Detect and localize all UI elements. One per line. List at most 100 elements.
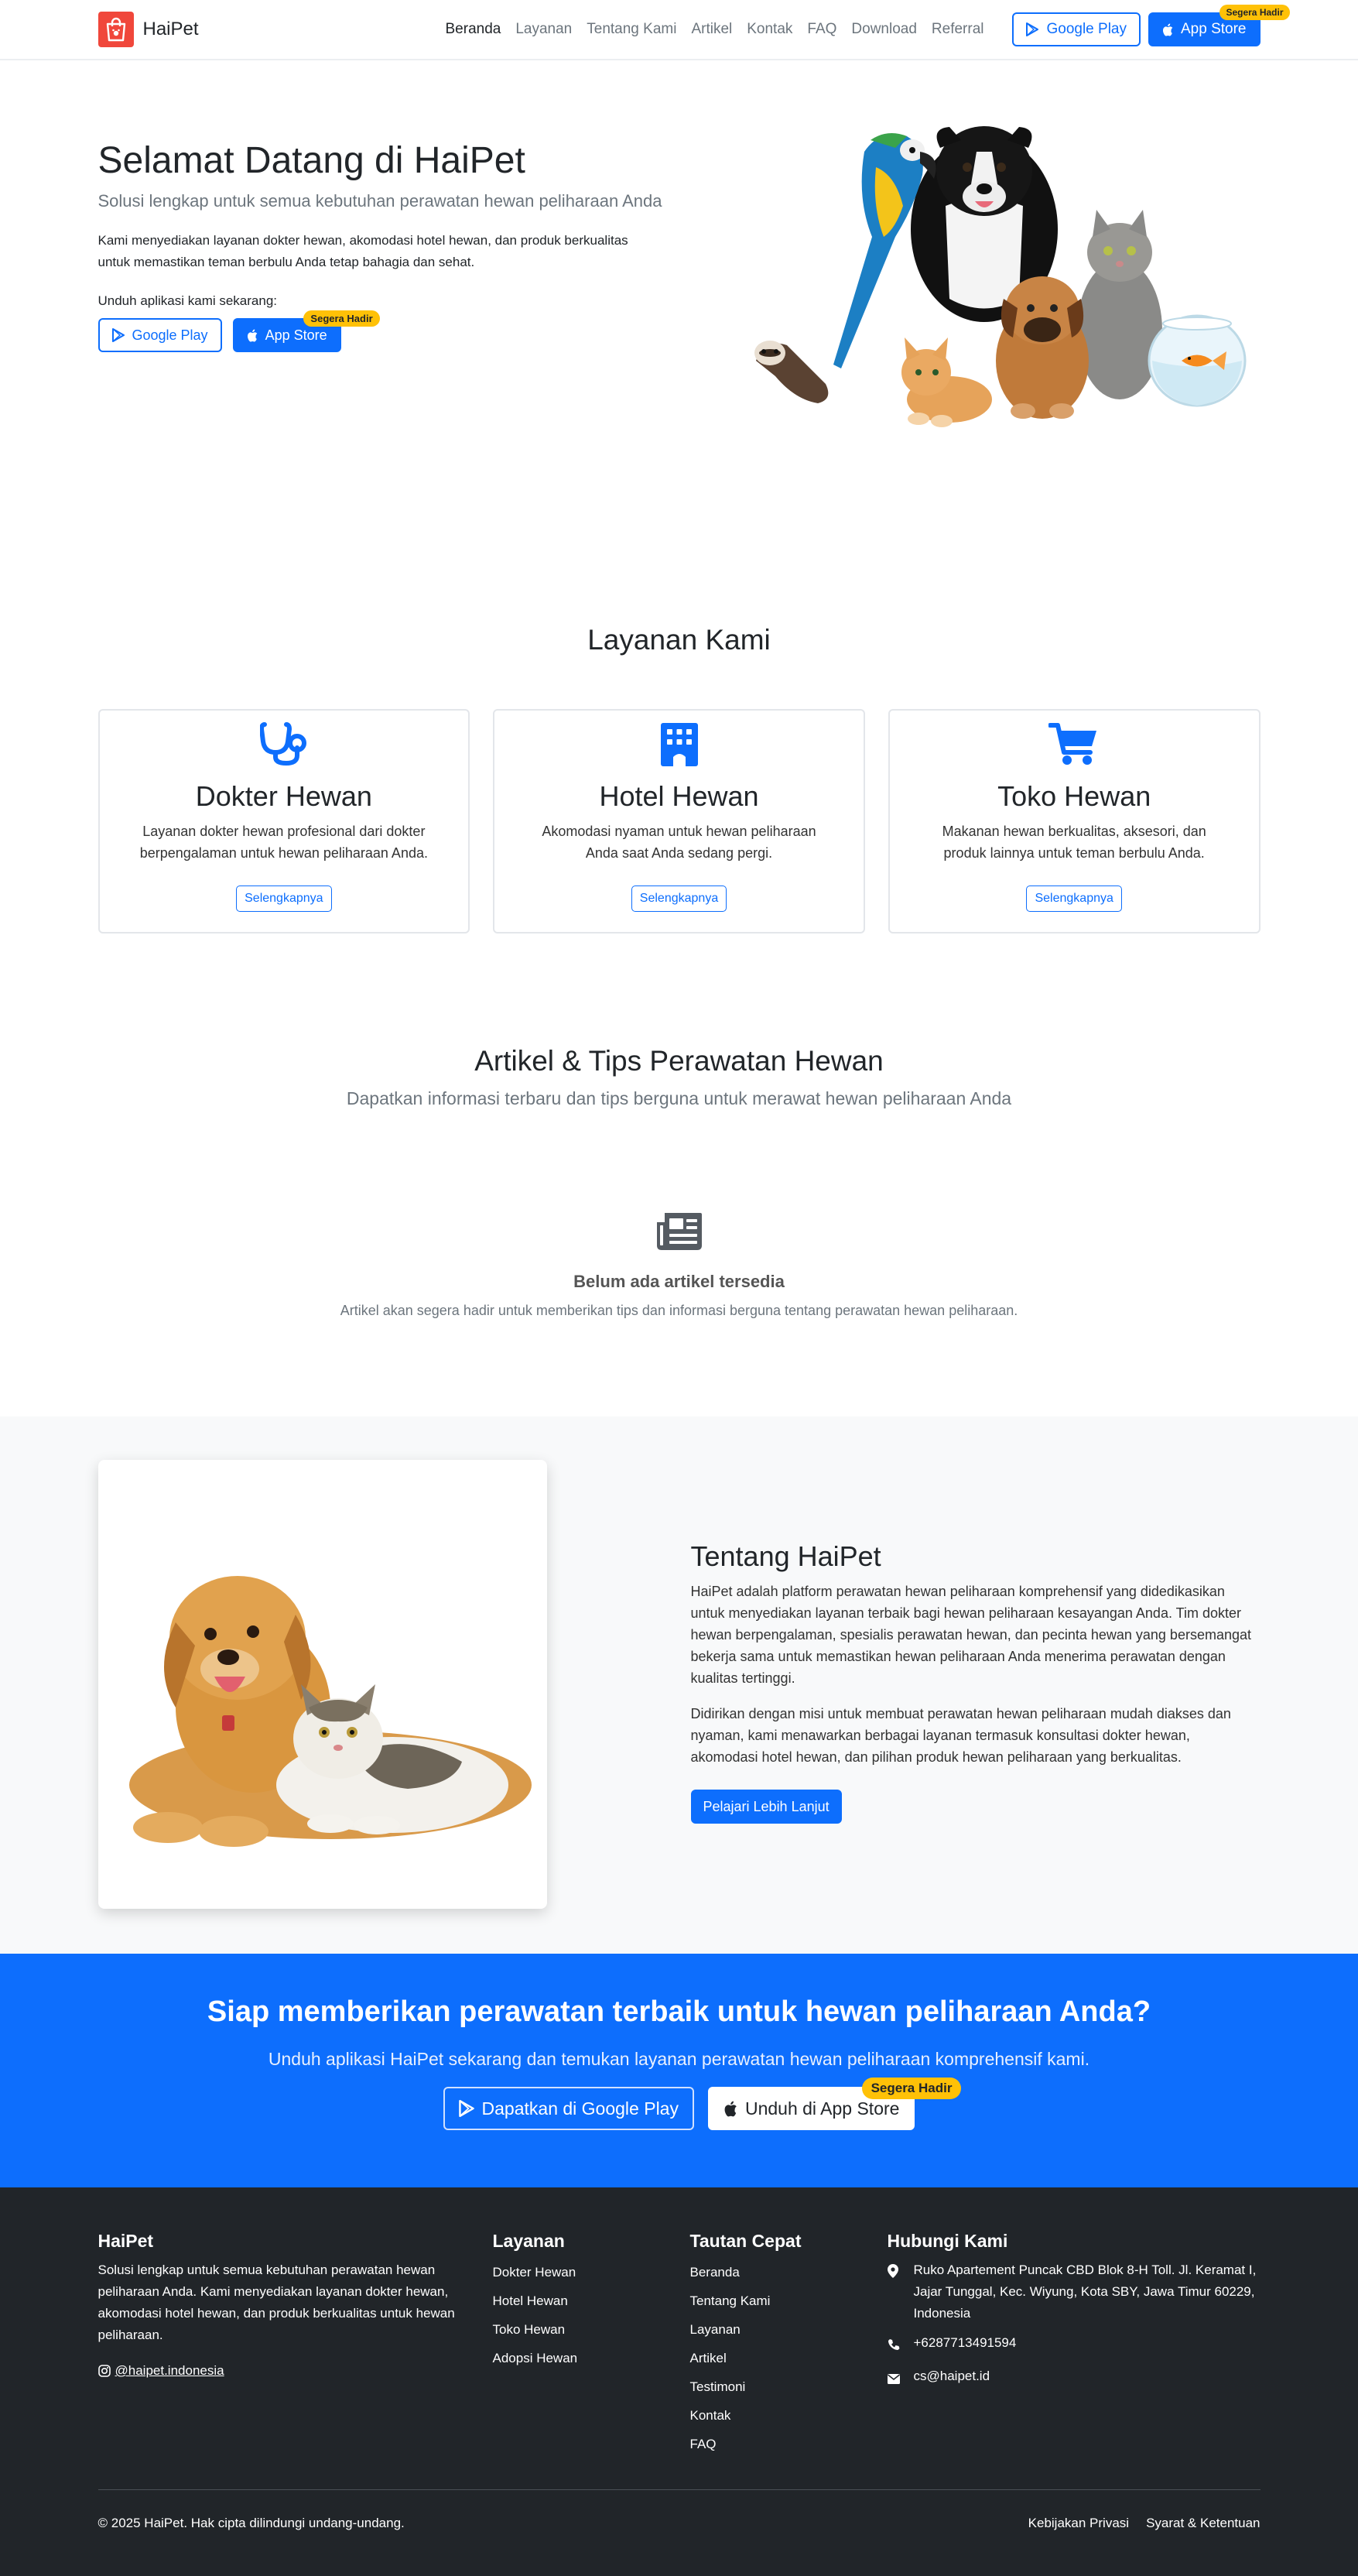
footer-brand-description: Solusi lengkap untuk semua kebutuhan per…: [97, 2263, 455, 2342]
footer-service-link[interactable]: Dokter Hewan: [493, 2258, 671, 2287]
articles-subtitle: Dapatkan informasi terbaru dan tips berg…: [346, 1088, 1012, 1108]
phone-icon: [888, 2332, 903, 2358]
nav-link-kontak[interactable]: Kontak: [747, 21, 792, 38]
services-title: Layanan Kami: [587, 624, 771, 656]
hero-subtitle: Solusi lengkap untuk semua kebutuhan per…: [97, 191, 662, 211]
hero-pets-image: [754, 126, 1246, 427]
contact-email: cs@haipet.id: [887, 2365, 1261, 2391]
brand-name: HaiPet: [142, 19, 199, 39]
google-play-icon: [458, 2100, 474, 2117]
nav-link-referral[interactable]: Referral: [932, 21, 984, 38]
contact-address-text: Ruko Apartement Puncak CBD Blok 8-H Toll…: [913, 2263, 1257, 2321]
google-play-icon: [111, 328, 125, 342]
contact-address: Ruko Apartement Puncak CBD Blok 8-H Toll…: [887, 2259, 1261, 2324]
nav-link-artikel[interactable]: Artikel: [691, 21, 732, 38]
footer-quick-link[interactable]: Kontak: [690, 2401, 868, 2430]
learn-more-button[interactable]: Pelajari Lebih Lanjut: [690, 1790, 842, 1824]
footer-contact-title: Hubungi Kami: [887, 2231, 1008, 2251]
cta-subtitle: Unduh aplikasi HaiPet sekarang dan temuk…: [268, 2049, 1090, 2069]
footer-brand-column: HaiPet Solusi lengkap untuk semua kebutu…: [98, 2231, 470, 2379]
footer: HaiPet Solusi lengkap untuk semua kebutu…: [0, 2187, 1358, 2576]
nav-link-layanan[interactable]: Layanan: [515, 21, 572, 38]
footer-services-column: Layanan Dokter Hewan Hotel Hewan Toko He…: [493, 2231, 671, 2372]
footer-service-link[interactable]: Toko Hewan: [493, 2315, 671, 2344]
footer-contact-column: Hubungi Kami Ruko Apartement Puncak CBD …: [887, 2231, 1261, 2391]
hero-section: Selamat Datang di HaiPet Solusi lengkap …: [0, 60, 1358, 463]
nav-link-tentang-kami[interactable]: Tentang Kami: [587, 21, 676, 38]
apple-icon: [247, 329, 257, 342]
building-icon: [494, 721, 864, 769]
cart-icon: [890, 721, 1259, 769]
coming-soon-badge: Segera Hadir: [303, 310, 380, 327]
nav-google-play-label: Google Play: [1046, 21, 1127, 37]
coming-soon-badge: Segera Hadir: [1219, 5, 1290, 20]
about-paragraph-1: HaiPet adalah platform perawatan hewan p…: [690, 1584, 1252, 1686]
terms-link[interactable]: Syarat & Ketentuan: [1146, 2516, 1260, 2531]
footer-quick-link[interactable]: Beranda: [690, 2258, 868, 2287]
nav-link-beranda[interactable]: Beranda: [446, 21, 501, 38]
cta-title: Siap memberikan perawatan terbaik untuk …: [207, 1995, 1151, 2028]
hero-download-label: Unduh aplikasi kami sekarang:: [97, 293, 278, 308]
service-card-description: Makanan hewan berkualitas, aksesori, dan…: [942, 824, 1206, 861]
footer-service-link[interactable]: Adopsi Hewan: [493, 2344, 671, 2372]
hero-title: Selamat Datang di HaiPet: [97, 140, 525, 181]
footer-service-link[interactable]: Hotel Hewan: [493, 2287, 671, 2315]
stethoscope-icon: [100, 721, 469, 769]
hero-text: Selamat Datang di HaiPet Solusi lengkap …: [97, 139, 671, 352]
brand-link[interactable]: HaiPet: [97, 12, 199, 47]
instagram-handle: @haipet.indonesia: [115, 2363, 224, 2378]
hero-store-buttons: Google Play App Store Segera Hadir: [97, 310, 671, 352]
about-paragraph-2: Didirikan dengan misi untuk membuat pera…: [690, 1706, 1231, 1765]
nav-link-download[interactable]: Download: [851, 21, 917, 38]
service-card-title: Toko Hewan: [997, 780, 1151, 812]
contact-phone-text[interactable]: +6287713491594: [914, 2332, 1017, 2358]
legal-links: Kebijakan Privasi Syarat & Ketentuan: [1028, 2516, 1261, 2531]
footer-quick-link[interactable]: Artikel: [690, 2344, 868, 2372]
contact-phone: +6287713491594: [888, 2332, 1261, 2358]
copyright-text: © 2025 HaiPet. Hak cipta dilindungi unda…: [97, 2516, 405, 2530]
hero-app-store-button[interactable]: App Store Segera Hadir: [232, 310, 380, 352]
hero-app-store-label: App Store: [265, 327, 327, 343]
about-section: Tentang HaiPet HaiPet adalah platform pe…: [0, 1416, 1358, 1954]
footer-quick-link[interactable]: Testimoni: [690, 2372, 868, 2401]
nav-app-store-button[interactable]: App Store Segera Hadir: [1148, 5, 1290, 46]
about-title: Tentang HaiPet: [690, 1540, 881, 1572]
service-card-more-button[interactable]: Selengkapnya: [236, 886, 332, 912]
google-play-icon: [1026, 22, 1039, 36]
footer-services-title: Layanan: [492, 2231, 565, 2251]
instagram-icon: [97, 2365, 111, 2377]
coming-soon-badge: Segera Hadir: [861, 2078, 962, 2099]
articles-title: Artikel & Tips Perawatan Hewan: [474, 1045, 884, 1077]
service-card-title: Hotel Hewan: [599, 780, 759, 812]
hero-google-play-label: Google Play: [132, 327, 208, 343]
contact-email-text[interactable]: cs@haipet.id: [914, 2365, 990, 2391]
about-text: Tentang HaiPet HaiPet adalah platform pe…: [690, 1540, 1261, 1824]
cta-section: Siap memberikan perawatan terbaik untuk …: [0, 1954, 1358, 2187]
cta-store-buttons: Dapatkan di Google Play Unduh di App Sto…: [0, 2078, 1358, 2130]
instagram-link[interactable]: @haipet.indonesia: [97, 2363, 470, 2379]
privacy-policy-link[interactable]: Kebijakan Privasi: [1028, 2516, 1129, 2531]
service-card-description: Akomodasi nyaman untuk hewan peliharaan …: [542, 824, 816, 861]
articles-section: Artikel & Tips Perawatan Hewan Dapatkan …: [0, 969, 1358, 1416]
footer-quick-link[interactable]: Tentang Kami: [690, 2287, 868, 2315]
services-cards: Dokter Hewan Layanan dokter hewan profes…: [97, 709, 1261, 933]
service-card-more-button[interactable]: Selengkapnya: [631, 886, 727, 912]
nav-google-play-button[interactable]: Google Play: [1012, 12, 1141, 46]
service-card-title: Dokter Hewan: [195, 780, 372, 812]
footer-quick-link[interactable]: FAQ: [690, 2430, 868, 2458]
hero-google-play-button[interactable]: Google Play: [97, 318, 222, 352]
map-pin-icon: [887, 2259, 903, 2324]
service-card-dokter-hewan: Dokter Hewan Layanan dokter hewan profes…: [97, 709, 470, 933]
cta-google-play-button[interactable]: Dapatkan di Google Play: [443, 2087, 694, 2130]
nav-link-faq[interactable]: FAQ: [807, 21, 836, 38]
footer-links-column: Tautan Cepat Beranda Tentang Kami Layana…: [690, 2231, 868, 2458]
service-card-toko-hewan: Toko Hewan Makanan hewan berkualitas, ak…: [888, 709, 1261, 933]
nav-store-buttons: Google Play App Store Segera Hadir: [1012, 5, 1290, 46]
empty-articles-title: Belum ada artikel tersedia: [573, 1272, 785, 1291]
footer-links-title: Tautan Cepat: [689, 2231, 802, 2251]
service-card-description: Layanan dokter hewan profesional dari do…: [139, 824, 428, 861]
service-card-hotel-hewan: Hotel Hewan Akomodasi nyaman untuk hewan…: [493, 709, 865, 933]
footer-quick-link[interactable]: Layanan: [690, 2315, 868, 2344]
service-card-more-button[interactable]: Selengkapnya: [1026, 886, 1122, 912]
cta-app-store-button[interactable]: Unduh di App Store Segera Hadir: [707, 2078, 962, 2130]
